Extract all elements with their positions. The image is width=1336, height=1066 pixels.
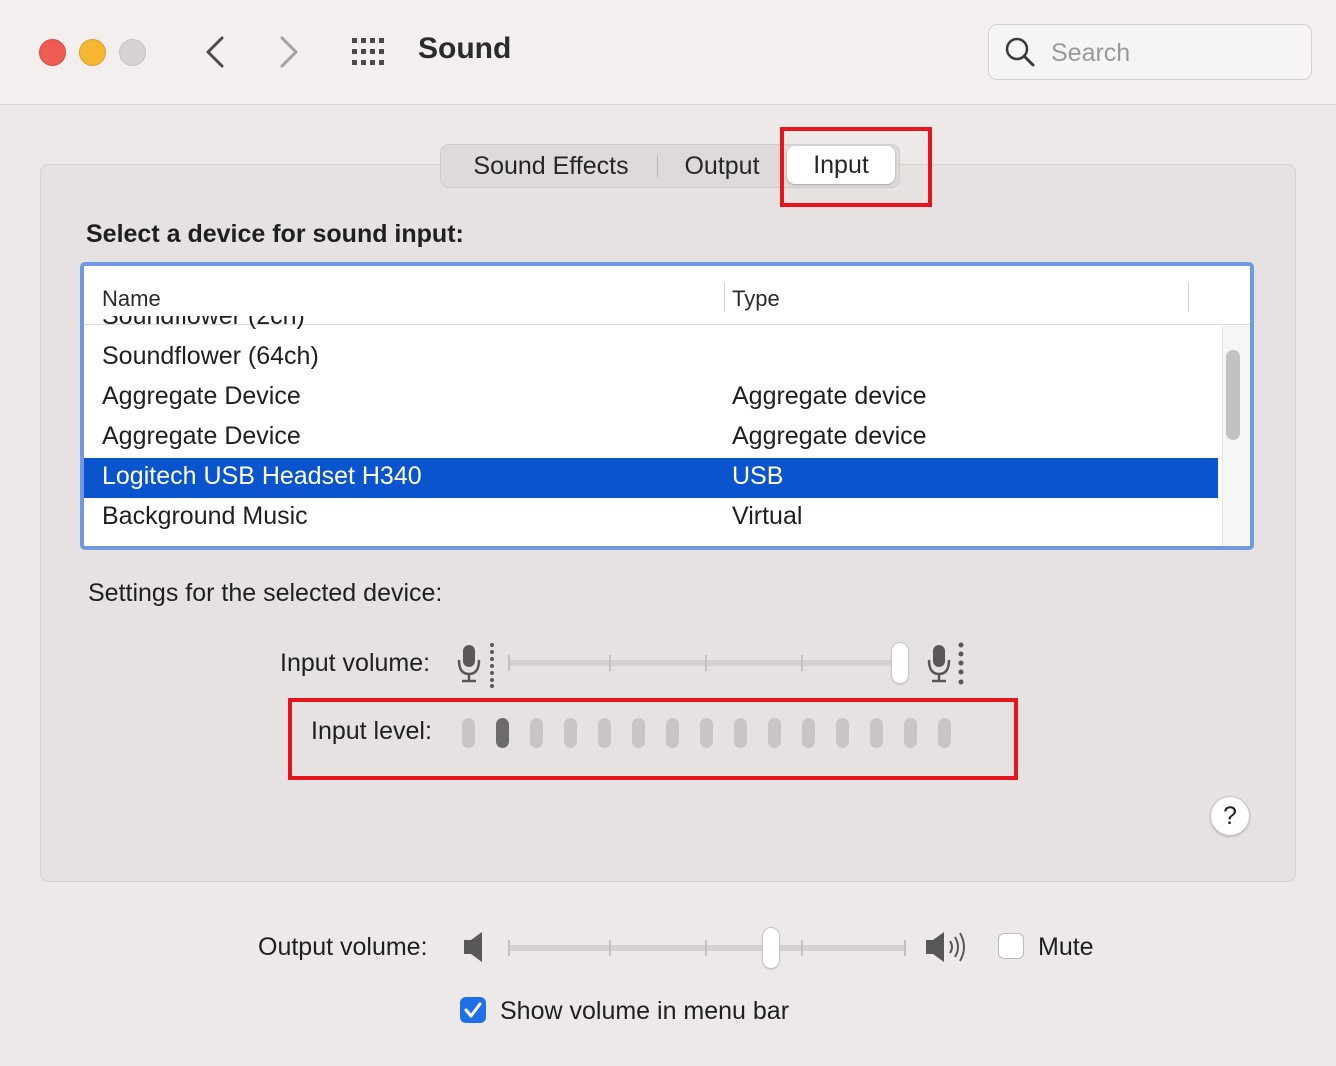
slider-tick bbox=[508, 940, 510, 956]
grid-icon bbox=[352, 38, 384, 65]
forward-button[interactable] bbox=[272, 32, 308, 72]
speaker-low-icon bbox=[464, 932, 482, 962]
settings-heading: Settings for the selected device: bbox=[88, 579, 443, 607]
table-row[interactable]: Background Music Virtual bbox=[84, 498, 1218, 538]
highlight-annotation-input-tab bbox=[780, 127, 932, 207]
slider-tick bbox=[904, 940, 906, 956]
output-volume-slider[interactable] bbox=[508, 928, 906, 968]
table-row[interactable]: Soundflower (2ch) bbox=[84, 316, 1218, 338]
highlight-annotation-input-level bbox=[288, 698, 1018, 780]
minimize-window-button[interactable] bbox=[79, 39, 106, 66]
slider-tick bbox=[508, 655, 510, 671]
speaker-high-icon bbox=[926, 932, 965, 962]
output-volume-label: Output volume: bbox=[258, 933, 428, 961]
slider-tick bbox=[705, 940, 707, 956]
mute-checkbox[interactable] bbox=[998, 933, 1024, 959]
input-volume-label: Input volume: bbox=[280, 649, 431, 677]
chevron-left-icon bbox=[206, 36, 224, 68]
device-type: Aggregate device bbox=[732, 382, 927, 410]
slider-tick bbox=[801, 940, 803, 956]
device-section-heading: Select a device for sound input: bbox=[86, 220, 464, 248]
microphone-high-icon bbox=[927, 642, 964, 685]
device-table[interactable]: Name Type Soundflower (2ch) Soundflower … bbox=[80, 262, 1254, 550]
tab-sound-effects[interactable]: Sound Effects bbox=[451, 145, 651, 187]
device-type: USB bbox=[732, 462, 784, 490]
title-bar: Sound bbox=[0, 0, 1336, 105]
close-window-button[interactable] bbox=[39, 39, 66, 66]
table-scroll-thumb[interactable] bbox=[1226, 350, 1240, 440]
search-icon bbox=[1005, 37, 1035, 67]
checkmark-icon bbox=[464, 1002, 482, 1018]
device-name: Background Music bbox=[102, 502, 308, 530]
device-name: Soundflower (64ch) bbox=[102, 342, 319, 370]
slider-tick bbox=[705, 655, 707, 671]
column-divider[interactable] bbox=[724, 282, 725, 312]
input-volume-slider[interactable] bbox=[508, 643, 908, 683]
table-row[interactable]: Aggregate Device Aggregate device bbox=[84, 378, 1218, 418]
mute-label[interactable]: Mute bbox=[1038, 933, 1094, 962]
back-button[interactable] bbox=[198, 32, 234, 72]
table-row[interactable]: Soundflower (64ch) bbox=[84, 338, 1218, 378]
search-input[interactable] bbox=[1049, 35, 1293, 71]
show-volume-label[interactable]: Show volume in menu bar bbox=[500, 997, 789, 1026]
table-row-selected[interactable]: Logitech USB Headset H340 USB bbox=[84, 458, 1218, 498]
input-volume-knob[interactable] bbox=[892, 643, 908, 683]
tab-output[interactable]: Output bbox=[669, 145, 775, 187]
device-name: Aggregate Device bbox=[102, 422, 301, 450]
slider-track bbox=[508, 660, 908, 666]
chevron-right-icon bbox=[280, 36, 298, 68]
device-name: Soundflower (2ch) bbox=[102, 316, 305, 330]
zoom-window-button[interactable] bbox=[119, 39, 146, 66]
slider-tick bbox=[609, 940, 611, 956]
device-type: Virtual bbox=[732, 502, 803, 530]
slider-tick bbox=[609, 655, 611, 671]
column-header-type[interactable]: Type bbox=[732, 286, 780, 312]
table-row[interactable]: Aggregate Device Aggregate device bbox=[84, 418, 1218, 458]
show-volume-checkbox[interactable] bbox=[460, 997, 486, 1023]
device-type: Aggregate device bbox=[732, 422, 927, 450]
table-rows: Soundflower (2ch) Soundflower (64ch) Agg… bbox=[84, 316, 1218, 546]
search-field[interactable] bbox=[988, 24, 1312, 80]
column-divider[interactable] bbox=[1188, 282, 1189, 312]
help-button[interactable]: ? bbox=[1210, 796, 1250, 836]
column-header-name[interactable]: Name bbox=[102, 286, 161, 312]
output-volume-knob[interactable] bbox=[762, 928, 779, 968]
slider-track bbox=[508, 945, 906, 951]
slider-tick bbox=[801, 655, 803, 671]
tab-divider bbox=[657, 155, 658, 177]
device-name: Logitech USB Headset H340 bbox=[102, 462, 422, 490]
window-title: Sound bbox=[418, 32, 512, 65]
show-all-button[interactable] bbox=[350, 36, 390, 68]
microphone-low-icon bbox=[457, 643, 494, 688]
device-name: Aggregate Device bbox=[102, 382, 301, 410]
